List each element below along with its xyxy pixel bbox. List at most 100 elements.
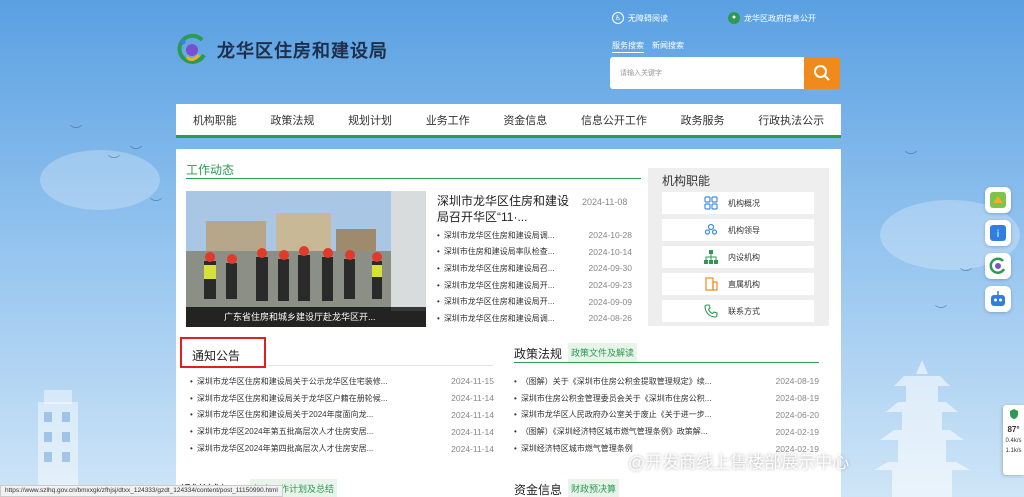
list-item-text: 深圳市龙华区住房和建设局关于2024年度面向龙... bbox=[190, 409, 373, 420]
policy-title[interactable]: 政策法规 bbox=[514, 345, 562, 362]
org-item-overview[interactable]: 机构概况 bbox=[662, 192, 814, 214]
nav-item-policies[interactable]: 政策法规 bbox=[270, 112, 314, 128]
list-item-date: 2024-11-14 bbox=[451, 393, 494, 404]
accessibility-link[interactable]: ♿ 无障碍阅读 bbox=[612, 12, 668, 24]
gov-info-link[interactable]: ● 龙华区政府信息公开 bbox=[728, 12, 816, 24]
gov-info-label: 龙华区政府信息公开 bbox=[744, 13, 816, 23]
nav-item-enforcement[interactable]: 行政执法公示 bbox=[758, 112, 824, 128]
org-item-affiliated[interactable]: 直属机构 bbox=[662, 273, 814, 295]
bird-decoration: ︶ bbox=[150, 197, 163, 211]
list-item[interactable]: 深圳市龙华区住房和建设局开... 2024-09-23 bbox=[437, 277, 632, 294]
list-item-date: 2024-11-14 bbox=[451, 409, 494, 420]
list-item-text: 深圳市龙华区2024年第五批高层次人才住房安居... bbox=[190, 426, 373, 437]
list-item[interactable]: （图解）关于《深圳市住房公积金提取管理规定》续... 2024-08-19 bbox=[514, 373, 819, 390]
org-item-contact[interactable]: 联系方式 bbox=[662, 300, 814, 322]
list-item-date: 2024-08-19 bbox=[775, 376, 819, 387]
elderly-mode-icon bbox=[990, 192, 1006, 208]
list-item[interactable]: 深圳市龙华区2024年第四批高层次人才住房安居... 2024-11-14 bbox=[190, 440, 494, 457]
building-illustration bbox=[38, 390, 78, 497]
float-button-1[interactable] bbox=[985, 187, 1011, 213]
list-item-date: 2024-09-09 bbox=[588, 296, 632, 307]
list-item[interactable]: 深圳市龙华区住房和建设局关于公示龙华区住宅装修... 2024-11-15 bbox=[190, 373, 494, 390]
widget-unit: ° bbox=[1016, 425, 1020, 434]
float-button-3[interactable] bbox=[985, 253, 1011, 279]
svg-text:i: i bbox=[997, 229, 1000, 240]
news-photo[interactable]: 广东省住房和城乡建设厅赴龙华区开... bbox=[186, 191, 426, 327]
org-functions-title[interactable]: 机构职能 bbox=[662, 172, 710, 189]
bird-decoration: ︶ bbox=[70, 124, 83, 138]
list-item-date: 2024-08-26 bbox=[588, 313, 632, 324]
widget-value: 87 bbox=[1007, 425, 1017, 434]
work-news-underline bbox=[186, 178, 641, 179]
list-item[interactable]: 深圳市龙华区住房和建设局召... 2024-09-30 bbox=[437, 260, 632, 277]
list-item[interactable]: （图解）《深圳经济特区城市燃气管理条例》政策解... 2024-02-19 bbox=[514, 423, 819, 440]
notices-title[interactable]: 通知公告 bbox=[180, 337, 266, 368]
people-icon bbox=[704, 223, 718, 235]
list-item[interactable]: 深圳市龙华区住房和建设局关于2024年度面向龙... 2024-11-14 bbox=[190, 407, 494, 424]
network-speed-widget[interactable]: 87° 0.4k/s 1.1k/s bbox=[1003, 405, 1024, 475]
funds-title[interactable]: 资金信息 bbox=[514, 481, 562, 497]
bird-decoration: ︶ bbox=[905, 150, 918, 164]
list-item-text: （图解）关于《深圳市住房公积金提取管理规定》续... bbox=[514, 376, 712, 387]
bird-decoration: ︶ bbox=[935, 304, 948, 318]
work-news-title[interactable]: 工作动态 bbox=[186, 161, 234, 178]
list-item-text: 深圳市龙华区住房和建设局开... bbox=[437, 280, 555, 291]
org-item-label: 内设机构 bbox=[728, 252, 760, 262]
site-title: 龙华区住房和建设局 bbox=[217, 41, 388, 61]
robot-icon bbox=[991, 291, 1005, 306]
org-functions-box: 机构职能 机构概况 机构领导 内设机构 直属机构 联系方式 bbox=[648, 168, 829, 326]
list-item-text: 深圳市龙华区2024年第四批高层次人才住房安居... bbox=[190, 443, 373, 454]
float-button-4[interactable] bbox=[985, 286, 1011, 312]
status-bar-url: https://www.szlhq.gov.cn/bmxxgk/zfhjsj/d… bbox=[0, 485, 283, 497]
list-item-date: 2024-11-14 bbox=[451, 443, 494, 454]
funds-tag-button[interactable]: 财政预决算 bbox=[568, 479, 620, 497]
list-item[interactable]: 深圳市住房公积金管理委员会关于《深圳市住房公积... 2024-08-19 bbox=[514, 390, 819, 407]
search-input[interactable]: 请输入关键字 bbox=[610, 57, 804, 89]
list-item-date: 2024-09-23 bbox=[588, 280, 632, 291]
list-item-text: 深圳市龙华区住房和建设局关于龙华区户籍在册轮候... bbox=[190, 393, 388, 404]
list-item-text: 深圳市龙华区住房和建设局调... bbox=[437, 313, 555, 324]
nav-item-business[interactable]: 业务工作 bbox=[426, 112, 470, 128]
tab-news-search[interactable]: 新闻搜索 bbox=[652, 40, 684, 53]
org-item-label: 联系方式 bbox=[728, 306, 760, 316]
accessibility-float-icon: i bbox=[990, 225, 1006, 241]
pagoda-illustration bbox=[874, 360, 970, 497]
list-item-text: 深圳经济特区城市燃气管理条例 bbox=[514, 443, 633, 454]
bird-decoration: ︶ bbox=[960, 267, 973, 281]
list-item[interactable]: 深圳市龙华区住房和建设局开... 2024-09-09 bbox=[437, 293, 632, 310]
list-item-text: 深圳市住房和建设局率队检查... bbox=[437, 246, 555, 257]
nav-item-gov-services[interactable]: 政务服务 bbox=[681, 112, 725, 128]
list-item-text: 深圳市龙华区人民政府办公室关于废止《关于进一步... bbox=[514, 409, 712, 420]
list-item-text: 深圳市龙华区住房和建设局调... bbox=[437, 230, 555, 241]
list-item-date: 2024-02-19 bbox=[775, 426, 819, 437]
org-item-leaders[interactable]: 机构领导 bbox=[662, 219, 814, 241]
policy-divider bbox=[514, 362, 819, 363]
list-item[interactable]: 深圳市龙华区住房和建设局调... 2024-08-26 bbox=[437, 310, 632, 327]
list-item[interactable]: 深圳市龙华区住房和建设局关于龙华区户籍在册轮候... 2024-11-14 bbox=[190, 390, 494, 407]
news-photo-caption: 广东省住房和城乡建设厅赴龙华区开... bbox=[186, 307, 426, 327]
headline-news-title[interactable]: 深圳市龙华区住房和建设局召开华区“11·... bbox=[437, 193, 577, 225]
main-nav: 机构职能 政策法规 规划计划 业务工作 资金信息 信息公开工作 政务服务 行政执… bbox=[176, 104, 841, 138]
list-item[interactable]: 深圳市龙华区2024年第五批高层次人才住房安居... 2024-11-14 bbox=[190, 423, 494, 440]
watermark-text: @开发商线上售楼部展示中心 bbox=[628, 453, 850, 472]
float-button-2[interactable]: i bbox=[985, 220, 1011, 246]
site-logo[interactable]: 龙华区住房和建设局 bbox=[175, 33, 388, 67]
nav-item-funds[interactable]: 资金信息 bbox=[503, 112, 547, 128]
list-item[interactable]: 深圳市龙华区住房和建设局调... 2024-10-28 bbox=[437, 227, 632, 244]
search-icon bbox=[814, 65, 830, 81]
policy-tag-button[interactable]: 政策文件及解读 bbox=[568, 343, 638, 362]
nav-item-plans[interactable]: 规划计划 bbox=[348, 112, 392, 128]
nav-item-org-functions[interactable]: 机构职能 bbox=[193, 112, 237, 128]
work-news-list: 深圳市龙华区住房和建设局调... 2024-10-28 深圳市住房和建设局率队检查… bbox=[437, 227, 632, 327]
list-item-text: 深圳市龙华区住房和建设局开... bbox=[437, 296, 555, 307]
bird-decoration: ︶ bbox=[130, 145, 143, 159]
nav-item-info-disclosure[interactable]: 信息公开工作 bbox=[581, 112, 647, 128]
phone-icon bbox=[704, 304, 718, 318]
tab-service-search[interactable]: 服务搜索 bbox=[612, 40, 644, 53]
list-item[interactable]: 深圳市龙华区人民政府办公室关于废止《关于进一步... 2024-06-20 bbox=[514, 407, 819, 424]
search-button[interactable] bbox=[804, 57, 840, 89]
widget-line-1: 0.4k/s bbox=[1005, 438, 1022, 444]
widget-line-2: 1.1k/s bbox=[1005, 448, 1022, 454]
list-item[interactable]: 深圳市住房和建设局率队检查... 2024-10-14 bbox=[437, 244, 632, 261]
org-item-internal[interactable]: 内设机构 bbox=[662, 246, 814, 268]
